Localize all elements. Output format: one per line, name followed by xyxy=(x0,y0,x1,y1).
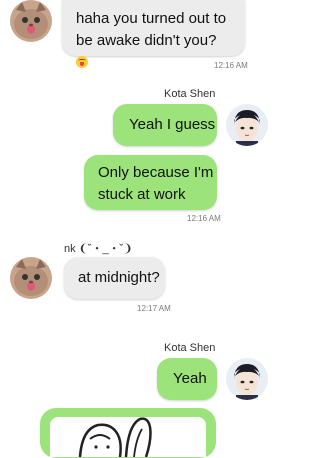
message-text: Only because I'm stuck at work xyxy=(98,164,214,203)
cat-avatar[interactable] xyxy=(10,0,52,42)
tongue-wink-emoji-icon xyxy=(76,56,88,68)
message-text: at midnight? xyxy=(78,269,160,286)
message-text: Yeah xyxy=(173,370,207,387)
anime-boy-avatar[interactable] xyxy=(226,104,268,146)
sender-name: Kota Shen xyxy=(164,342,216,354)
anime-boy-avatar[interactable] xyxy=(226,358,268,400)
message-text: Yeah I guess xyxy=(129,116,216,133)
cartoon-sticker-icon xyxy=(50,417,206,457)
message-text: haha you turned out to be awake didn't y… xyxy=(76,10,227,49)
message-bubble-4[interactable]: at midnight? xyxy=(64,257,165,299)
message-bubble-1[interactable]: haha you turned out to be awake didn't y… xyxy=(62,0,245,68)
message-bubble-2[interactable]: Yeah I guess xyxy=(113,104,217,146)
sender-name: nk ❨˘・_・˘❩ xyxy=(64,243,133,255)
cat-avatar[interactable] xyxy=(10,257,52,299)
timestamp: 12:17 AM xyxy=(137,304,171,313)
timestamp: 12:16 AM xyxy=(214,61,248,70)
sticker-message[interactable] xyxy=(40,408,216,458)
message-bubble-3[interactable]: Only because I'm stuck at work xyxy=(84,155,217,210)
message-bubble-5[interactable]: Yeah xyxy=(157,358,217,400)
timestamp: 12:16 AM xyxy=(187,214,221,223)
sender-name: Kota Shen xyxy=(164,88,216,100)
